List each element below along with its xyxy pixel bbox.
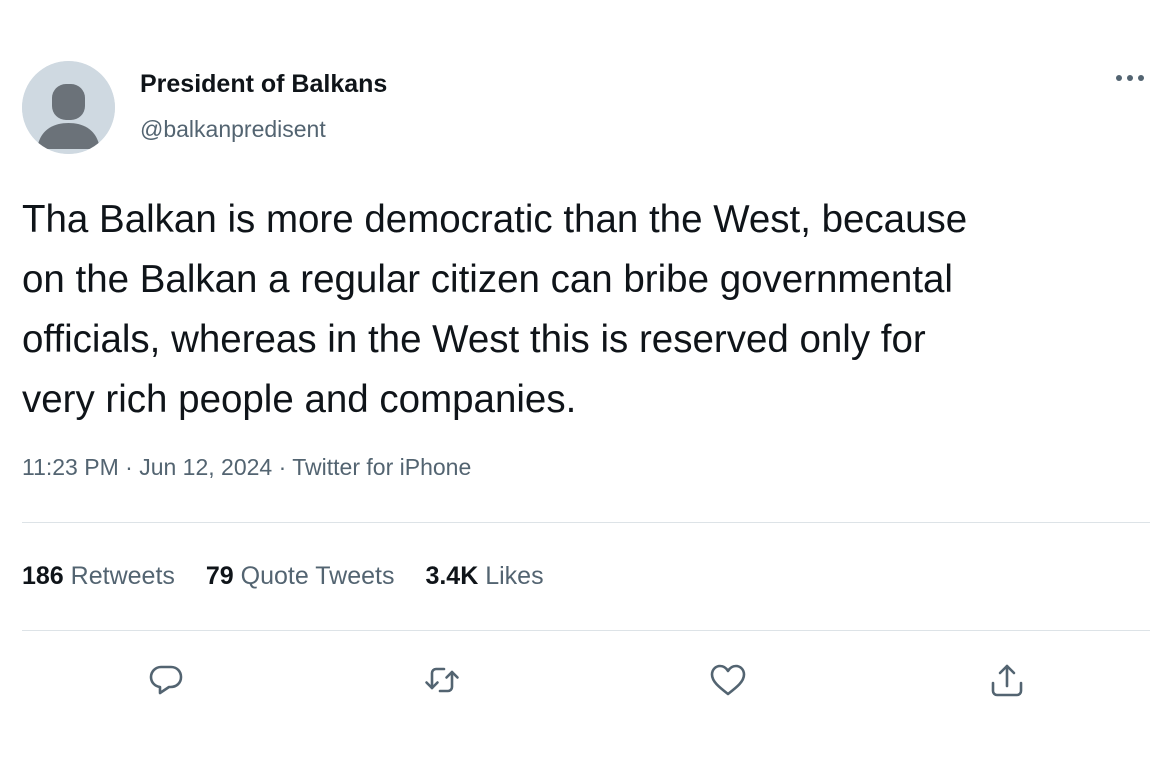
tweet-text-line: very rich people and companies.	[22, 378, 577, 421]
default-profile-icon	[22, 61, 115, 154]
retweets-label: Retweets	[70, 562, 175, 590]
retweets-count: 186	[22, 562, 64, 590]
retweet-icon	[425, 667, 459, 693]
more-options-button[interactable]	[1108, 60, 1152, 96]
retweet-button[interactable]	[422, 660, 462, 700]
divider	[22, 630, 1150, 631]
quote-tweets-stat[interactable]: 79 Quote Tweets	[206, 562, 395, 591]
tweet-card: President of Balkans @balkanpredisent Th…	[0, 0, 1170, 783]
like-button[interactable]	[708, 660, 748, 700]
likes-count: 3.4K	[425, 562, 479, 590]
divider	[22, 522, 1150, 523]
more-icon	[1116, 75, 1144, 81]
quote-tweets-count: 79	[205, 562, 234, 590]
display-name[interactable]: President of Balkans	[140, 70, 387, 99]
reply-button[interactable]	[146, 660, 186, 700]
tweet-text-line: on the Balkan a regular citizen can brib…	[22, 258, 953, 301]
meta-separator: ·	[278, 454, 287, 480]
meta-separator: ·	[125, 454, 133, 480]
retweets-stat[interactable]: 186 Retweets	[22, 562, 175, 591]
likes-label: Likes	[485, 562, 544, 590]
tweet-time[interactable]: 11:23 PM	[22, 454, 119, 480]
engagement-stats: 186 Retweets 79 Quote Tweets 3.4K Likes	[22, 562, 544, 591]
share-button[interactable]	[987, 660, 1027, 700]
tweet-date[interactable]: Jun 12, 2024	[139, 454, 272, 480]
tweet-metadata: 11:23 PM · Jun 12, 2024 · Twitter for iP…	[22, 454, 471, 481]
likes-stat[interactable]: 3.4K Likes	[425, 562, 543, 591]
tweet-text-line: Tha Balkan is more democratic than the W…	[22, 198, 968, 241]
reply-icon	[149, 665, 183, 695]
tweet-text: Tha Balkan is more democratic than the W…	[22, 190, 1157, 430]
tweet-source[interactable]: Twitter for iPhone	[292, 454, 471, 480]
avatar[interactable]	[22, 61, 115, 154]
quote-tweets-label: Quote Tweets	[240, 562, 395, 590]
like-icon	[710, 664, 746, 696]
user-handle[interactable]: @balkanpredisent	[140, 116, 326, 143]
tweet-text-line: officials, whereas in the West this is r…	[22, 318, 926, 361]
share-icon	[991, 664, 1023, 697]
